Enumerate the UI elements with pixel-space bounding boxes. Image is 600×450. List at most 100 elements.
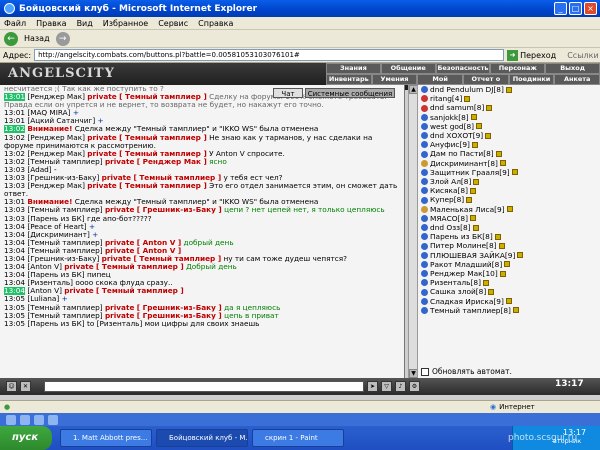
user-name[interactable]: Питер Молине[8] <box>430 241 497 250</box>
user-name[interactable]: sanjokk[8] <box>430 113 469 122</box>
user-list-item[interactable]: Питер Молине[8] <box>418 241 600 250</box>
nav-exit[interactable]: Выход <box>545 63 600 74</box>
info-icon[interactable] <box>470 114 477 121</box>
chat-timestamp[interactable]: 13:02 <box>4 125 26 134</box>
info-icon[interactable] <box>494 233 501 240</box>
chat-timestamp[interactable]: 13:05 <box>4 312 25 320</box>
chat-timestamp[interactable]: 13:04 <box>4 279 25 287</box>
user-name[interactable]: Купер[8] <box>430 195 464 204</box>
quicklaunch-icon[interactable] <box>48 414 58 425</box>
user-name[interactable]: Защитник Грааля[9] <box>430 168 510 177</box>
info-icon[interactable] <box>473 178 480 185</box>
menu-edit[interactable]: Правка <box>36 19 66 28</box>
chat-scrollbar[interactable]: ▲ ▼ <box>408 85 418 378</box>
nav-character[interactable]: Персонаж <box>490 63 546 74</box>
chat-target[interactable]: [ Темный тамплиер ] <box>133 174 221 182</box>
user-name[interactable]: Ракот Младший[8] <box>430 260 502 269</box>
info-icon[interactable] <box>512 307 519 314</box>
chat-target[interactable]: [ Темный тамплиер ] <box>133 255 221 263</box>
info-icon[interactable] <box>499 270 506 277</box>
settings-icon[interactable]: ⚙ <box>409 381 420 392</box>
back-label[interactable]: Назад <box>24 34 50 43</box>
chat-target[interactable]: [ Темный тамплиер ] <box>119 182 207 190</box>
chat-target[interactable]: [ Темный тамплиер ] <box>119 150 207 158</box>
user-list-item[interactable]: Ануфис[9] <box>418 140 600 149</box>
user-list-item[interactable]: Купер[8] <box>418 195 600 204</box>
back-icon[interactable]: ← <box>4 31 18 46</box>
chat-target[interactable]: [ Темный тамплиер ] <box>96 263 184 271</box>
info-icon[interactable] <box>499 160 506 167</box>
chat-timestamp[interactable]: 13:05 <box>4 304 25 312</box>
nav-profile[interactable]: Анкета <box>554 74 600 85</box>
nav-security[interactable]: Безопасность <box>435 63 491 74</box>
chat-sender[interactable]: [Грешник-из-Баку] <box>27 255 99 263</box>
task-item-active[interactable]: Бойцовский клуб - M... <box>156 429 248 447</box>
user-list-item[interactable]: Ракот Младший[8] <box>418 260 600 269</box>
info-icon[interactable] <box>476 123 483 130</box>
user-name[interactable]: Дам по Пасти[8] <box>430 149 494 158</box>
info-icon[interactable] <box>470 187 477 194</box>
chat-target[interactable]: [ Anton V ] <box>137 239 181 247</box>
chat-timestamp[interactable]: 13:05 <box>4 320 25 328</box>
menu-view[interactable]: Вид <box>77 19 93 28</box>
info-icon[interactable] <box>472 224 479 231</box>
info-icon[interactable] <box>486 105 493 111</box>
chat-timestamp[interactable]: 13:04 <box>4 263 25 271</box>
go-button[interactable]: ➜ Переход <box>507 49 556 61</box>
chat-sender[interactable]: [Ризенталь] <box>27 279 73 287</box>
user-list-item[interactable]: dnd Озз[8] <box>418 223 600 232</box>
chat-sender[interactable]: [Peace of Heart] <box>27 223 86 231</box>
chat-sender[interactable]: [Парень из БК] <box>27 215 84 223</box>
chat-sender[interactable]: [Темный тамплиер] <box>27 312 102 320</box>
user-name[interactable]: dnd samum[8] <box>430 103 484 112</box>
links-label[interactable]: Ссылки <box>567 51 598 60</box>
chat-target[interactable]: [ Темный тамплиер ] <box>96 287 184 295</box>
info-icon[interactable] <box>505 86 512 93</box>
menu-tools[interactable]: Сервис <box>158 19 188 28</box>
user-list-item[interactable]: Ренджер Мак[10] <box>418 269 600 278</box>
info-icon[interactable] <box>485 132 492 139</box>
chat-timestamp[interactable]: 13:04 <box>4 271 25 279</box>
menu-favorites[interactable]: Избранное <box>103 19 148 28</box>
chat-sender[interactable]: [Ренджер Мак] <box>27 150 85 158</box>
quicklaunch-icon[interactable] <box>20 414 30 425</box>
chat-sender[interactable]: [Темный тамплиер] <box>27 206 102 214</box>
user-list-item[interactable]: Темный тамплиер[8] <box>418 306 600 315</box>
user-name[interactable]: dnd Pendulum DJ[8] <box>430 85 504 94</box>
user-name[interactable]: Сладкая Ириска[9] <box>430 297 504 306</box>
chat-sender[interactable]: [Темный тамплиер] <box>27 158 102 166</box>
chat-timestamp[interactable]: 13:03 <box>4 174 25 182</box>
user-list-item[interactable]: МЯАСО[8] <box>418 214 600 223</box>
user-list-item[interactable]: Дискриминант[8] <box>418 159 600 168</box>
user-list-item[interactable]: Ризенталь[8] <box>418 278 600 287</box>
info-icon[interactable] <box>488 289 495 296</box>
chat-sender[interactable]: [Темный тамплиер] <box>27 239 102 247</box>
nav-transfer-report[interactable]: Отчет о переводах <box>463 74 509 92</box>
chat-sender[interactable]: [Темный тамплиер] <box>27 304 102 312</box>
chat-sender[interactable]: [Anton V] <box>27 263 62 271</box>
chat-sender[interactable]: [Парень из БК] <box>27 320 84 328</box>
task-item[interactable]: 1. Matt Abbott pres... <box>60 429 152 447</box>
nav-scroll[interactable]: Мой Скроллл <box>417 74 464 92</box>
menu-help[interactable]: Справка <box>198 19 233 28</box>
user-list-item[interactable]: Злой Ал[8] <box>418 177 600 186</box>
forward-icon[interactable]: → <box>55 31 70 46</box>
chat-target[interactable]: [ Ренджер Мак ] <box>137 158 207 166</box>
user-name[interactable]: Маленькая Лиса[9] <box>430 205 505 214</box>
user-list-item[interactable]: Дам по Пасти[8] <box>418 149 600 158</box>
user-list-item[interactable]: ritang[4] <box>418 94 600 103</box>
user-name[interactable]: Парень из БК[8] <box>430 232 493 241</box>
chat-timestamp[interactable]: 13:04 <box>4 247 25 255</box>
user-list-item[interactable]: west god[8] <box>418 122 600 131</box>
user-name[interactable]: Сашка злой[8] <box>430 287 486 296</box>
chat-timestamp[interactable]: 13:02 <box>4 150 25 158</box>
chat-target[interactable]: [ Anton V ] <box>137 247 181 255</box>
user-list-item[interactable]: sanjokk[8] <box>418 113 600 122</box>
maximize-icon[interactable]: □ <box>569 2 582 15</box>
user-name[interactable]: ПЛЮШЕВАЯ ЗАЙКА[9] <box>430 251 515 260</box>
user-list-item[interactable]: dnd samum[8] <box>418 103 600 112</box>
smile-icon[interactable]: ☺ <box>6 381 17 392</box>
chat-timestamp[interactable]: 13:04 <box>4 287 26 296</box>
chat-timestamp[interactable]: 13:04 <box>4 223 25 231</box>
nav-inventory[interactable]: Инвентарь <box>326 74 372 85</box>
